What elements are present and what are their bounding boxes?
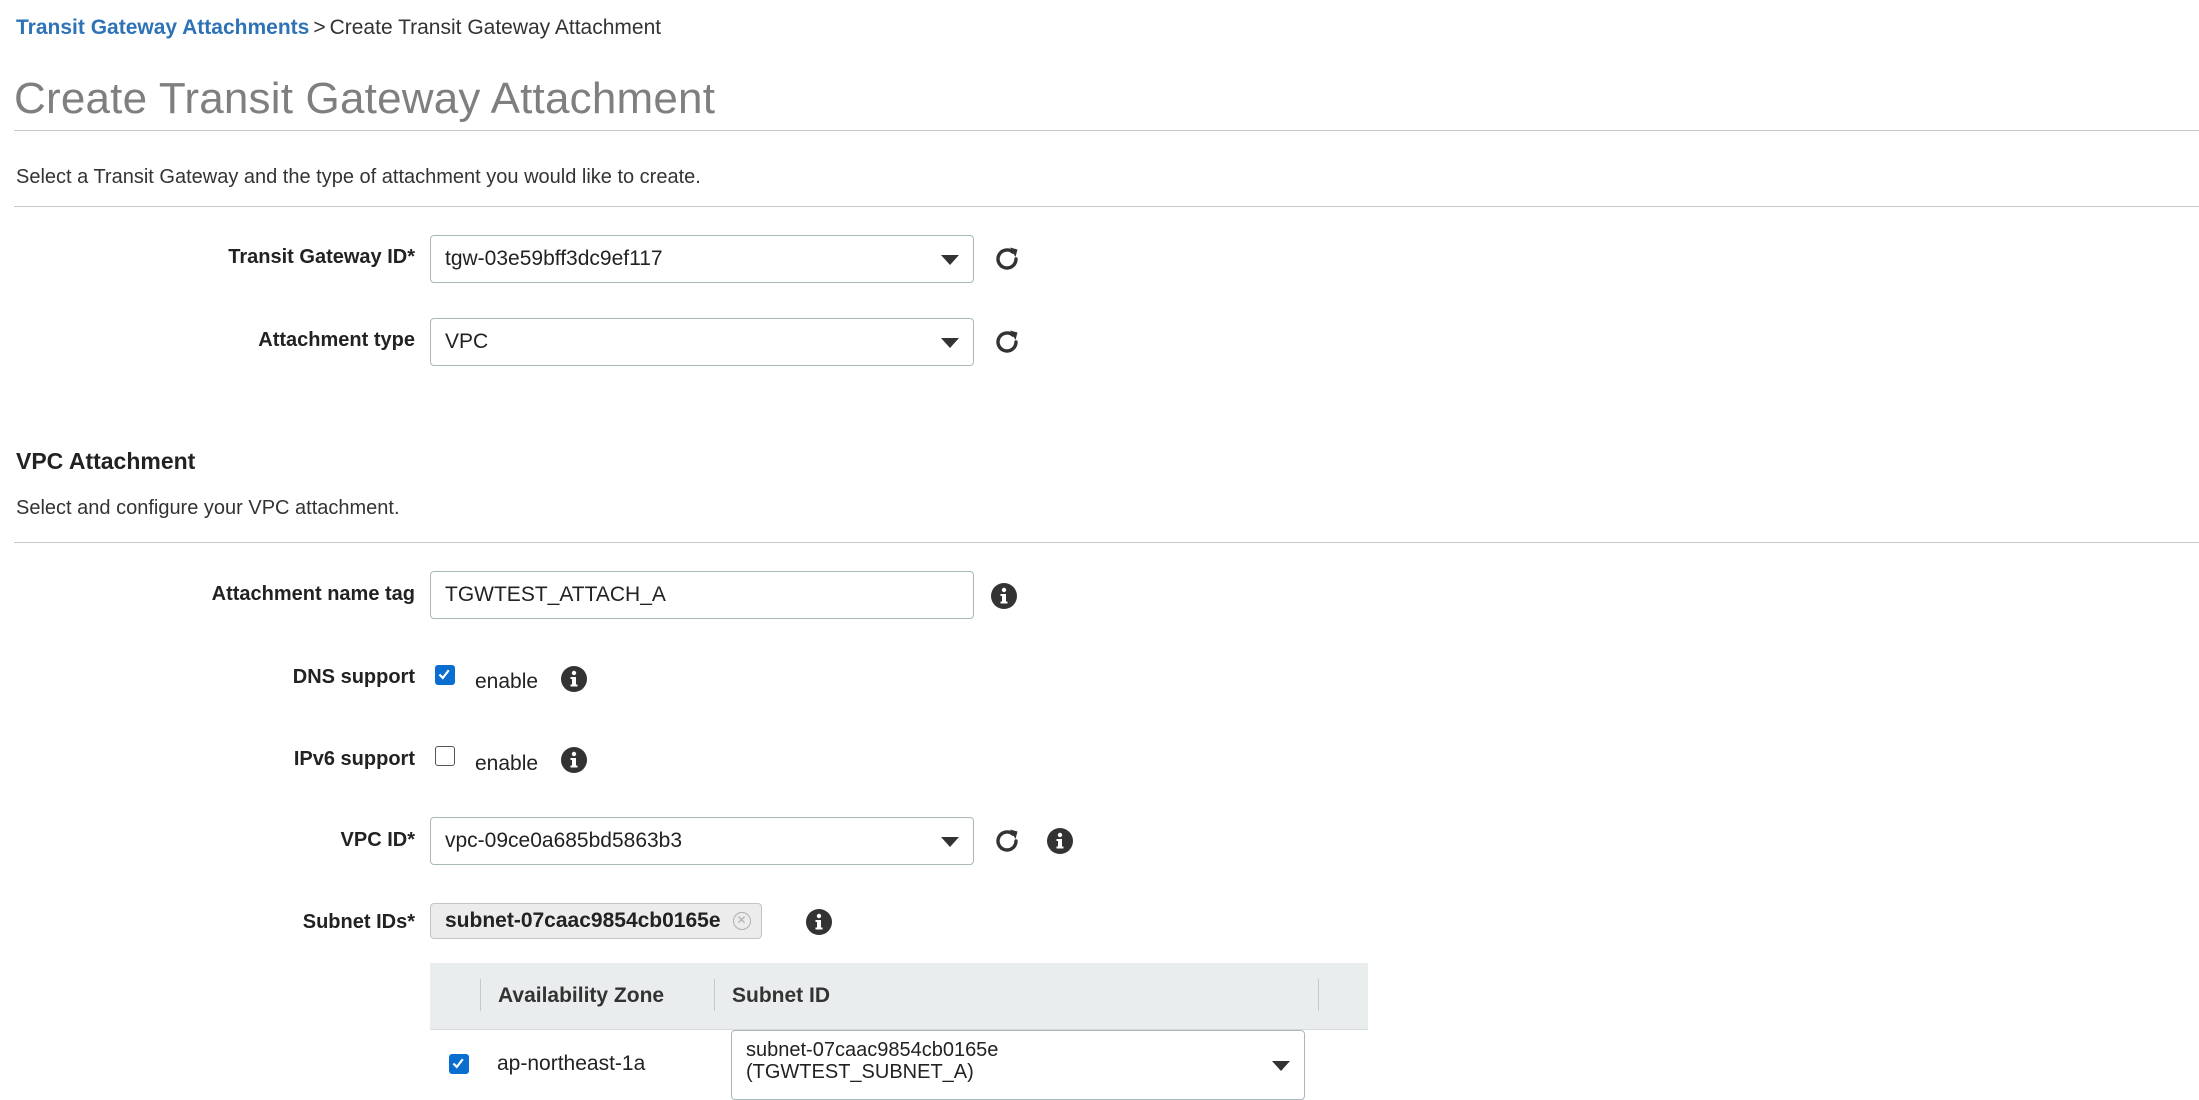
refresh-icon[interactable] — [992, 327, 1022, 357]
chevron-down-icon — [1272, 1061, 1290, 1071]
ipv6-support-enable-label: enable — [475, 752, 539, 775]
refresh-icon[interactable] — [992, 244, 1022, 274]
dns-support-checkbox[interactable] — [435, 665, 455, 685]
intro-divider — [14, 206, 2199, 207]
breadcrumb: Transit Gateway Attachments > Create Trans… — [16, 16, 661, 40]
dns-support-enable-label: enable — [475, 670, 539, 693]
info-icon[interactable] — [1046, 827, 1074, 855]
column-header-subnet-id[interactable]: Subnet ID — [732, 963, 830, 1029]
vpc-attachment-description: Select and configure your VPC attachment… — [16, 497, 400, 519]
dns-support-label: DNS support — [292, 666, 415, 688]
column-divider — [714, 979, 715, 1011]
chevron-down-icon — [941, 338, 959, 348]
checkmark-icon — [452, 1058, 464, 1069]
vpc-id-select[interactable]: vpc-09ce0a685bd5863b3 — [430, 817, 974, 865]
attachment-name-tag-value: TGWTEST_ATTACH_A — [445, 583, 666, 606]
vpc-section-divider — [14, 542, 2199, 543]
row-subnet-id: subnet-07caac9854cb0165e — [746, 1039, 999, 1061]
subnet-ids-label: Subnet IDs* — [302, 911, 415, 933]
ipv6-support-checkbox[interactable] — [435, 746, 455, 766]
intro-text: Select a Transit Gateway and the type of… — [16, 166, 701, 188]
ipv6-support-label: IPv6 support — [293, 748, 415, 770]
row-subnet-name: (TGWTEST_SUBNET_A) — [746, 1061, 974, 1083]
attachment-name-tag-label: Attachment name tag — [211, 583, 415, 605]
breadcrumb-current: Create Transit Gateway Attachment — [329, 16, 662, 39]
vpc-attachment-heading: VPC Attachment — [16, 448, 196, 474]
info-icon[interactable] — [805, 908, 833, 936]
breadcrumb-separator: > — [313, 16, 326, 39]
info-icon[interactable] — [990, 582, 1018, 610]
subnet-token[interactable]: subnet-07caac9854cb0165e ✕ — [430, 903, 762, 939]
row-subnet-select[interactable]: subnet-07caac9854cb0165e (TGWTEST_SUBNET… — [731, 1030, 1305, 1100]
attachment-name-tag-input[interactable]: TGWTEST_ATTACH_A — [430, 571, 974, 619]
transit-gateway-id-value: tgw-03e59bff3dc9ef117 — [445, 247, 663, 270]
info-icon[interactable] — [560, 665, 588, 693]
vpc-id-value: vpc-09ce0a685bd5863b3 — [445, 829, 683, 852]
title-divider — [14, 130, 2199, 131]
breadcrumb-link-attachments[interactable]: Transit Gateway Attachments — [16, 16, 309, 39]
column-divider — [480, 979, 481, 1011]
checkmark-icon — [438, 669, 450, 680]
row-select-checkbox[interactable] — [449, 1054, 469, 1074]
subnet-table-header: Availability Zone Subnet ID — [430, 963, 1368, 1030]
attachment-type-value: VPC — [445, 330, 489, 353]
chevron-down-icon — [941, 837, 959, 847]
subnet-token-label: subnet-07caac9854cb0165e — [445, 909, 721, 932]
row-availability-zone: ap-northeast-1a — [497, 1052, 646, 1075]
attachment-type-label: Attachment type — [258, 329, 415, 351]
page-title: Create Transit Gateway Attachment — [14, 74, 716, 123]
attachment-type-select[interactable]: VPC — [430, 318, 974, 366]
info-icon[interactable] — [560, 746, 588, 774]
transit-gateway-id-label: Transit Gateway ID* — [228, 246, 415, 268]
column-header-availability-zone[interactable]: Availability Zone — [498, 963, 664, 1029]
transit-gateway-id-select[interactable]: tgw-03e59bff3dc9ef117 — [430, 235, 974, 283]
refresh-icon[interactable] — [992, 826, 1022, 856]
chevron-down-icon — [941, 255, 959, 265]
vpc-id-label: VPC ID* — [340, 829, 415, 851]
remove-token-icon[interactable]: ✕ — [732, 912, 751, 930]
column-divider — [1318, 979, 1319, 1011]
